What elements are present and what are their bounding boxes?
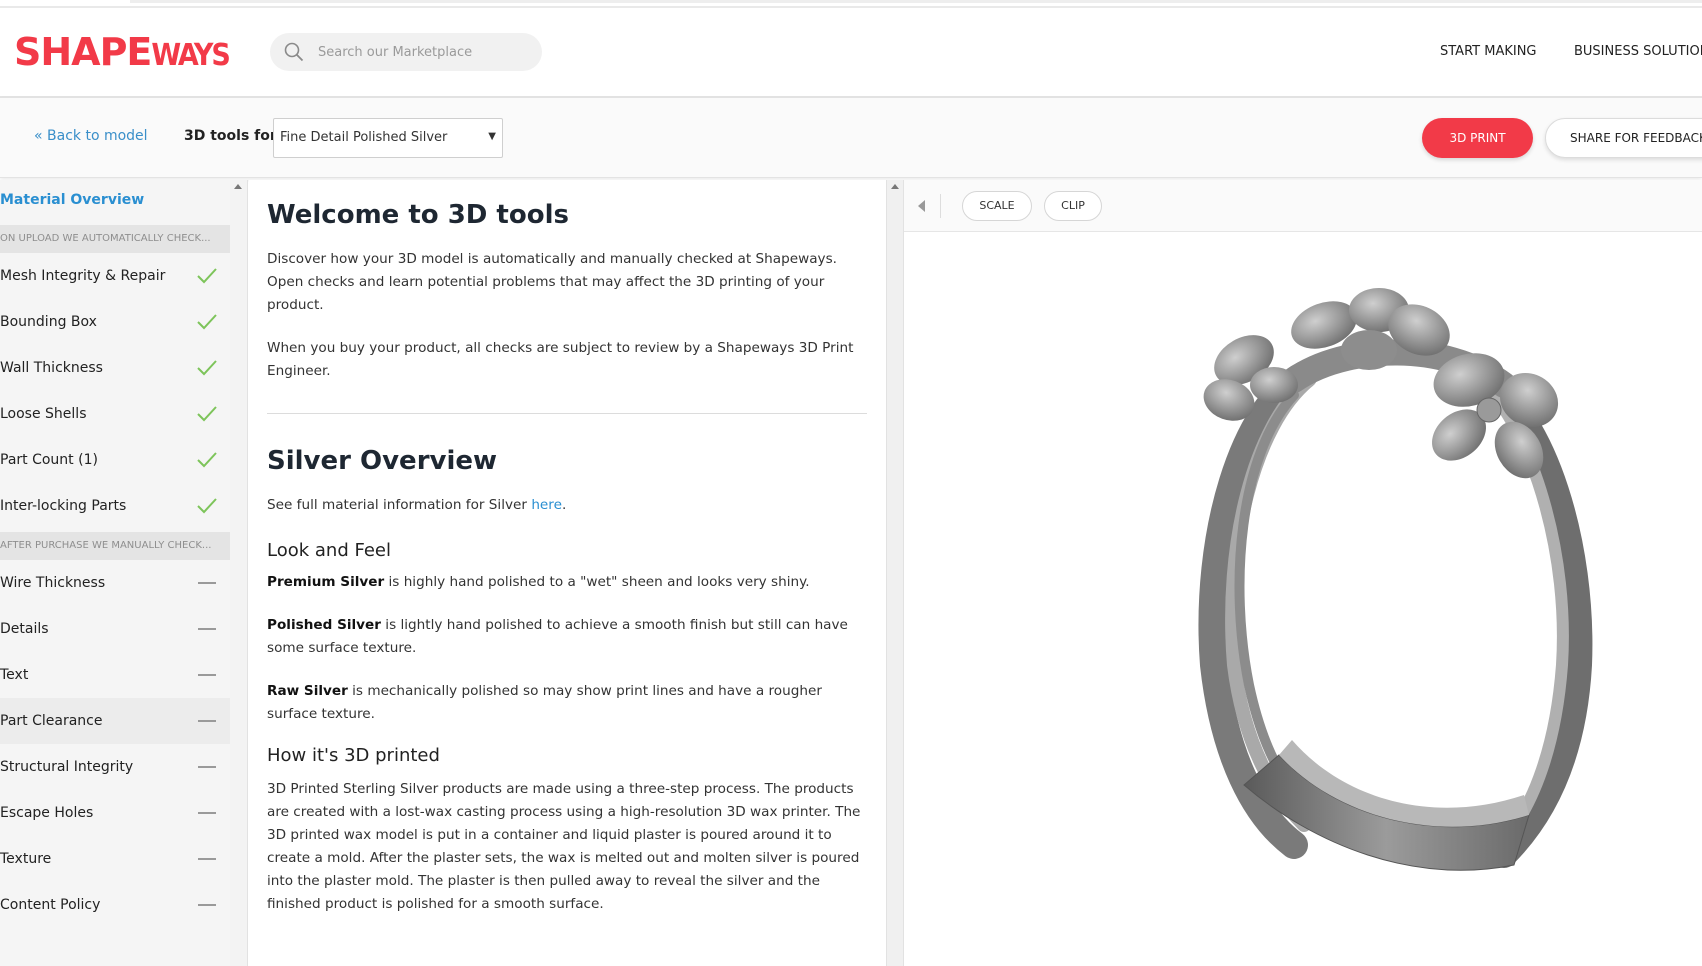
sidebar-item-label: Text bbox=[0, 667, 29, 683]
sidebar-item-wall-thickness[interactable]: Wall Thickness bbox=[0, 345, 230, 391]
how-printed-heading: How it's 3D printed bbox=[267, 745, 440, 766]
raw-silver-term: Raw Silver bbox=[267, 683, 348, 699]
full-info-suffix: . bbox=[561, 497, 567, 513]
tools-toolbar: « Back to model 3D tools for Fine Detail… bbox=[0, 98, 1702, 178]
sidebar-item-text[interactable]: Text bbox=[0, 652, 230, 698]
sidebar-item-label: Escape Holes bbox=[0, 805, 94, 821]
check-icon bbox=[197, 406, 217, 422]
dash-icon bbox=[198, 628, 216, 630]
search-icon bbox=[284, 42, 304, 62]
dash-icon bbox=[198, 720, 216, 722]
share-for-feedback-button[interactable]: SHARE FOR FEEDBACK bbox=[1545, 118, 1702, 158]
nav-business-solutions[interactable]: BUSINESS SOLUTIONS bbox=[1574, 44, 1702, 59]
look-and-feel-heading: Look and Feel bbox=[267, 540, 391, 561]
clip-button[interactable]: CLIP bbox=[1044, 191, 1102, 221]
scale-button[interactable]: SCALE bbox=[962, 191, 1032, 221]
full-info-paragraph: See full material information for Silver… bbox=[267, 494, 867, 517]
sidebar-item-label: Texture bbox=[0, 851, 52, 867]
premium-silver-term: Premium Silver bbox=[267, 574, 385, 590]
collapse-left-icon[interactable] bbox=[918, 200, 925, 212]
scroll-up-icon[interactable] bbox=[234, 184, 242, 189]
dash-icon bbox=[198, 766, 216, 768]
purchase-checks-header: AFTER PURCHASE WE MANUALLY CHECK... bbox=[0, 532, 230, 560]
back-to-model-link[interactable]: « Back to model bbox=[34, 128, 148, 144]
sidebar-item-texture[interactable]: Texture bbox=[0, 836, 230, 882]
polished-silver-paragraph: Polished Silver is lightly hand polished… bbox=[267, 614, 867, 660]
checks-sidebar: Material Overview ON UPLOAD WE AUTOMATIC… bbox=[0, 180, 230, 966]
sidebar-item-label: Bounding Box bbox=[0, 314, 97, 330]
sidebar-item-label: Part Count (1) bbox=[0, 452, 98, 468]
sidebar-item-interlocking-parts[interactable]: Inter-locking Parts bbox=[0, 483, 230, 529]
toolbar-separator bbox=[940, 194, 941, 218]
welcome-paragraph-2: When you buy your product, all checks ar… bbox=[267, 340, 854, 379]
shapeways-logo[interactable]: SHAPEWAYS bbox=[14, 30, 231, 74]
sidebar-item-loose-shells[interactable]: Loose Shells bbox=[0, 391, 230, 437]
marketplace-search bbox=[270, 33, 542, 71]
3d-model-viewer[interactable]: SCALE CLIP bbox=[904, 180, 1702, 966]
logo-tail-text: WAYS bbox=[151, 38, 230, 73]
full-info-prefix: See full material information for Silver bbox=[267, 497, 532, 513]
sidebar-item-escape-holes[interactable]: Escape Holes bbox=[0, 790, 230, 836]
material-info-panel: Welcome to 3D tools Discover how your 3D… bbox=[249, 180, 886, 966]
sidebar-item-material-overview[interactable]: Material Overview bbox=[0, 192, 144, 208]
logo-main-text: SHAPE bbox=[14, 30, 152, 74]
welcome-title: Welcome to 3D tools bbox=[267, 200, 569, 230]
sidebar-item-label: Wall Thickness bbox=[0, 360, 103, 376]
premium-silver-text: is highly hand polished to a "wet" sheen… bbox=[384, 574, 810, 590]
sidebar-item-wire-thickness[interactable]: Wire Thickness bbox=[0, 560, 230, 606]
dash-icon bbox=[198, 812, 216, 814]
nav-start-making[interactable]: START MAKING bbox=[1440, 44, 1537, 59]
material-info-link[interactable]: here bbox=[531, 497, 562, 513]
check-icon bbox=[197, 268, 217, 284]
top-strip-bar bbox=[130, 0, 1702, 3]
sidebar-item-label: Details bbox=[0, 621, 49, 637]
welcome-paragraph-1: Discover how your 3D model is automatica… bbox=[267, 251, 837, 313]
check-icon bbox=[197, 498, 217, 514]
how-printed-paragraph: 3D Printed Sterling Silver products are … bbox=[267, 781, 861, 912]
ring-model-render bbox=[1198, 288, 1593, 871]
dropdown-arrow-icon: ▼ bbox=[488, 131, 496, 142]
raw-silver-paragraph: Raw Silver is mechanically polished so m… bbox=[267, 680, 867, 726]
sidebar-item-content-policy[interactable]: Content Policy bbox=[0, 882, 230, 928]
tools-for-label: 3D tools for bbox=[184, 128, 277, 144]
sidebar-item-label: Wire Thickness bbox=[0, 575, 106, 591]
check-icon bbox=[197, 360, 217, 376]
dash-icon bbox=[198, 904, 216, 906]
polished-silver-term: Polished Silver bbox=[267, 617, 381, 633]
3d-print-button[interactable]: 3D PRINT bbox=[1422, 118, 1533, 158]
check-icon bbox=[197, 452, 217, 468]
search-input[interactable] bbox=[318, 33, 528, 71]
raw-silver-text: is mechanically polished so may show pri… bbox=[267, 683, 822, 722]
sidebar-item-bounding-box[interactable]: Bounding Box bbox=[0, 299, 230, 345]
check-icon bbox=[197, 314, 217, 330]
sidebar-item-label: Content Policy bbox=[0, 897, 101, 913]
sidebar-item-label: Loose Shells bbox=[0, 406, 87, 422]
sidebar-scrollbar[interactable] bbox=[230, 180, 248, 966]
dash-icon bbox=[198, 582, 216, 584]
browser-top-strip bbox=[0, 0, 1702, 8]
viewer-toolbar: SCALE CLIP bbox=[904, 180, 1702, 232]
sidebar-item-label: Part Clearance bbox=[0, 713, 103, 729]
sidebar-item-part-count[interactable]: Part Count (1) bbox=[0, 437, 230, 483]
sidebar-item-part-clearance[interactable]: Part Clearance bbox=[0, 698, 230, 744]
dash-icon bbox=[198, 674, 216, 676]
section-divider bbox=[267, 413, 867, 414]
premium-silver-paragraph: Premium Silver is highly hand polished t… bbox=[267, 571, 867, 594]
content-scrollbar[interactable] bbox=[886, 180, 904, 966]
sidebar-item-details[interactable]: Details bbox=[0, 606, 230, 652]
scroll-up-icon[interactable] bbox=[891, 184, 899, 189]
upload-checks-header: ON UPLOAD WE AUTOMATICALLY CHECK... bbox=[0, 225, 230, 253]
silver-overview-title: Silver Overview bbox=[267, 446, 498, 476]
site-header: SHAPEWAYS START MAKING BUSINESS SOLUTION… bbox=[0, 8, 1702, 98]
dash-icon bbox=[198, 858, 216, 860]
material-select[interactable]: Fine Detail Polished Silver ▼ bbox=[273, 118, 503, 158]
sidebar-item-structural-integrity[interactable]: Structural Integrity bbox=[0, 744, 230, 790]
material-select-value: Fine Detail Polished Silver bbox=[280, 130, 448, 145]
sidebar-item-label: Mesh Integrity & Repair bbox=[0, 268, 166, 284]
sidebar-item-label: Structural Integrity bbox=[0, 759, 134, 775]
sidebar-item-label: Inter-locking Parts bbox=[0, 498, 127, 514]
sidebar-item-mesh-integrity[interactable]: Mesh Integrity & Repair bbox=[0, 253, 230, 299]
